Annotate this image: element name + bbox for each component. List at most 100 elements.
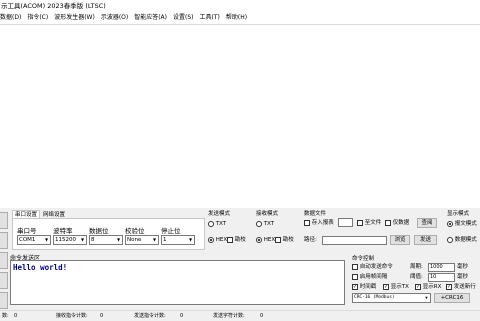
port-label: 串口号 bbox=[17, 227, 37, 235]
tab-serial-settings[interactable]: 串口设置 bbox=[12, 210, 41, 218]
display-data-label: 数据模式 bbox=[454, 237, 477, 243]
to-file-checkbox[interactable]: 至文件 bbox=[357, 219, 381, 227]
send-mode-txt[interactable]: TXT bbox=[208, 220, 226, 228]
checkbox-icon bbox=[275, 236, 281, 243]
recv-checksum-label: 勘校 bbox=[282, 237, 294, 243]
crc-value: CRC-16 (Modbus) bbox=[354, 295, 395, 300]
settings-tabs: 串口设置 网络设置 bbox=[12, 210, 69, 218]
browse-button[interactable]: 浏览 bbox=[390, 235, 410, 245]
auto-send-label: 自动发送命令 bbox=[359, 264, 393, 270]
baud-select[interactable]: 115200 ▼ bbox=[53, 235, 87, 245]
side-button-2[interactable] bbox=[0, 232, 8, 249]
databits-select[interactable]: 8 ▼ bbox=[89, 235, 123, 245]
recv-mode-txt[interactable]: TXT bbox=[256, 220, 274, 228]
display-mode-title: 显示模式 bbox=[447, 211, 470, 217]
recv-mode-txt-label: TXT bbox=[263, 221, 275, 227]
send-newline-label: 发送新行 bbox=[453, 284, 476, 290]
status-bar: 数: 0 接收指令计数: 0 发送指令计数: 0 发送字符计数: 0 bbox=[0, 310, 480, 320]
timestamp-label: 时间戳 bbox=[359, 284, 377, 290]
recv-mode-hex[interactable]: HEX bbox=[256, 236, 275, 244]
data-only-label: 仅数据 bbox=[392, 220, 410, 226]
threshold-label: 阈值: bbox=[410, 274, 423, 280]
radio-icon bbox=[447, 236, 453, 243]
send-newline-checkbox[interactable]: ✓ 发送新行 bbox=[446, 283, 476, 291]
receive-area[interactable] bbox=[0, 24, 480, 208]
data-file-title: 数据文件 bbox=[304, 211, 327, 217]
send-mode-title: 发送模式 bbox=[208, 211, 231, 217]
crc-select[interactable]: CRC-16 (Modbus) ▼ bbox=[352, 293, 431, 303]
baud-value: 115200 bbox=[55, 237, 76, 243]
data-only-checkbox[interactable]: 仅数据 bbox=[385, 219, 409, 227]
window-title: 示工具(ACOM) 2023春季版 (LTSC) bbox=[0, 0, 480, 12]
send-mode-hex[interactable]: HEX bbox=[208, 236, 227, 244]
view-button[interactable]: 查阅 bbox=[417, 218, 437, 228]
period-unit: 毫秒 bbox=[457, 264, 469, 270]
auto-send-checkbox[interactable]: 自动发送命令 bbox=[352, 263, 393, 271]
side-button-4[interactable] bbox=[0, 272, 8, 289]
show-tx-label: 显示TX bbox=[390, 284, 409, 290]
display-data-mode[interactable]: 数据模式 bbox=[447, 236, 477, 244]
file-send-button[interactable]: 发送 bbox=[414, 235, 437, 245]
show-rx-checkbox[interactable]: ✓ 显示RX bbox=[415, 283, 441, 291]
stopbits-value: 1 bbox=[163, 237, 167, 243]
send-checksum-label: 勘校 bbox=[234, 237, 246, 243]
checkbox-icon bbox=[385, 219, 391, 226]
checkbox-icon bbox=[352, 263, 358, 270]
menu-item-tools[interactable]: 工具(T) bbox=[200, 12, 220, 24]
timestamp-checkbox[interactable]: ✓ 时间戳 bbox=[352, 283, 376, 291]
show-tx-checkbox[interactable]: ✓ 显示TX bbox=[383, 283, 409, 291]
radio-icon bbox=[256, 220, 262, 227]
side-button-5[interactable] bbox=[0, 292, 8, 309]
tab-network-settings[interactable]: 网络设置 bbox=[40, 210, 69, 218]
send-mode-txt-label: TXT bbox=[215, 221, 227, 227]
port-select[interactable]: COM1 ▼ bbox=[17, 235, 51, 245]
menu-item-data[interactable]: 数据(D) bbox=[0, 12, 21, 24]
recv-mode-title: 接收模式 bbox=[256, 211, 279, 217]
crc16-button[interactable]: +CRC16 bbox=[434, 293, 470, 303]
period-input[interactable]: 1000 bbox=[428, 263, 455, 272]
checkmark-icon: ✓ bbox=[383, 283, 389, 290]
display-message-label: 报文模式 bbox=[454, 221, 477, 227]
menu-item-oscilloscope[interactable]: 示波器(O) bbox=[101, 12, 128, 24]
checkbox-icon bbox=[227, 236, 233, 243]
menu-item-command[interactable]: 指令(C) bbox=[27, 12, 48, 24]
checkbox-icon bbox=[357, 219, 363, 226]
menu-item-smart-reply[interactable]: 智能应答(A) bbox=[134, 12, 167, 24]
side-button-3[interactable] bbox=[0, 252, 8, 269]
to-file-label: 至文件 bbox=[364, 220, 382, 226]
save-report-checkbox[interactable]: 存入报表 bbox=[304, 219, 334, 227]
threshold-input[interactable]: 10 bbox=[428, 273, 455, 282]
radio-selected-icon bbox=[208, 236, 214, 243]
recv-checksum-checkbox[interactable]: 勘校 bbox=[275, 236, 294, 244]
report-input[interactable] bbox=[338, 218, 353, 227]
port-value: COM1 bbox=[19, 237, 36, 243]
path-input[interactable] bbox=[322, 236, 387, 245]
save-report-label: 存入报表 bbox=[311, 220, 334, 226]
baud-label: 波特率 bbox=[53, 227, 73, 235]
chevron-down-icon: ▼ bbox=[43, 236, 50, 244]
menu-item-waveform[interactable]: 波形发生器(W) bbox=[54, 12, 95, 24]
send-checksum-checkbox[interactable]: 勘校 bbox=[227, 236, 246, 244]
show-rx-label: 显示RX bbox=[422, 284, 442, 290]
display-message-mode[interactable]: 报文模式 bbox=[447, 220, 477, 228]
parity-select[interactable]: None ▼ bbox=[125, 235, 159, 245]
radio-selected-icon bbox=[447, 220, 453, 227]
checkbox-icon bbox=[304, 219, 310, 226]
path-label: 路径: bbox=[304, 237, 317, 243]
parity-value: None bbox=[127, 237, 142, 243]
menu-item-help[interactable]: 帮助(H) bbox=[226, 12, 247, 24]
checkmark-icon: ✓ bbox=[415, 283, 421, 290]
period-label: 周期: bbox=[410, 264, 423, 270]
command-send-input[interactable]: Hello world! bbox=[10, 260, 345, 305]
recv-mode-hex-label: HEX bbox=[263, 237, 276, 243]
radio-icon bbox=[208, 220, 214, 227]
chevron-down-icon: ▼ bbox=[423, 294, 430, 302]
stopbits-label: 停止位 bbox=[161, 227, 181, 235]
stopbits-select[interactable]: 1 ▼ bbox=[161, 235, 195, 245]
side-button-1[interactable] bbox=[0, 212, 8, 229]
menu-item-settings[interactable]: 设置(S) bbox=[173, 12, 194, 24]
databits-value: 8 bbox=[91, 237, 95, 243]
threshold-unit: 毫秒 bbox=[457, 274, 469, 280]
frame-break-checkbox[interactable]: 启用帧间隔 bbox=[352, 273, 387, 281]
left-button-strip bbox=[0, 208, 10, 311]
